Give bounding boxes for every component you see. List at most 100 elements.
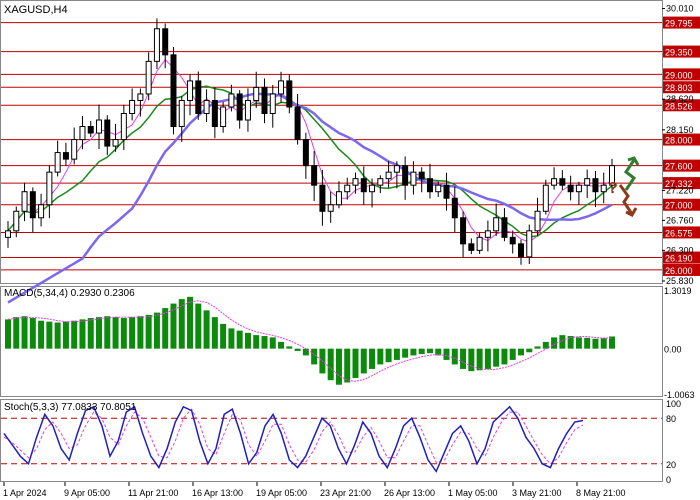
macd-bar (170, 303, 177, 349)
trading-chart: 29.79529.35029.00028.80328.52628.00027.6… (0, 0, 700, 498)
macd-bar (559, 335, 566, 349)
macd-bar (542, 341, 549, 349)
candle-body (286, 80, 293, 108)
candle-body (112, 139, 119, 147)
macd-bar (62, 321, 69, 349)
macd-axis-label: 1.3019 (664, 286, 692, 296)
candle-body (335, 191, 342, 206)
candle-body (311, 165, 318, 186)
macd-bar (418, 348, 425, 355)
candle-body (87, 126, 94, 134)
candle-body (145, 60, 152, 95)
candle-body (476, 236, 483, 251)
macd-bar (71, 320, 78, 349)
macd-bar (327, 348, 334, 381)
x-tick-label: 9 Apr 05:00 (64, 488, 110, 498)
stoch-label: Stoch(5,3,3) 77.0833 70.8051 (4, 402, 137, 413)
macd-bar (112, 317, 119, 349)
macd-bar (269, 337, 276, 349)
candle-body (46, 171, 53, 206)
macd-bar (551, 337, 558, 349)
candle-body (443, 184, 450, 199)
macd-bar (253, 335, 260, 349)
candle-body (418, 171, 425, 180)
macd-bar (476, 348, 483, 371)
candle-body (71, 139, 78, 160)
macd-bar (509, 348, 516, 360)
macd-bar (410, 348, 417, 356)
candle-body (5, 230, 11, 238)
candle-body (592, 178, 599, 193)
macd-bar (294, 348, 301, 351)
macd-bar (228, 328, 235, 349)
macd-bar (575, 337, 582, 349)
x-tick-label: 26 Apr 13:00 (384, 488, 435, 498)
candle-body (129, 99, 136, 114)
macd-bar (526, 348, 533, 353)
macd-bar (261, 336, 268, 349)
macd-bar (96, 317, 103, 349)
macd-bar (162, 308, 169, 349)
candle-body (302, 139, 309, 167)
level-label: 29.795 (665, 19, 693, 29)
macd-bar (21, 316, 28, 349)
candle-body (187, 80, 194, 101)
candle-body (104, 119, 111, 147)
x-tick-label: 23 Apr 21:00 (320, 488, 371, 498)
candle-body (62, 152, 69, 160)
candle-body (327, 204, 334, 212)
macd-bar (377, 348, 384, 365)
macd-bar (402, 348, 409, 358)
price-axis-ticks: 29.79529.35029.00028.80328.52628.00027.6… (662, 4, 700, 286)
macd-bar (187, 296, 194, 349)
candle-body (278, 80, 285, 95)
macd-bar (286, 346, 293, 349)
x-tick-label: 1 May 05:00 (448, 488, 498, 498)
macd-bar (244, 332, 251, 349)
axis-tick-label: 26.300 (666, 245, 694, 255)
macd-label: MACD(5,34,4) 0.2930 0.2306 (4, 288, 135, 299)
stoch-axis-label: 0 (666, 475, 671, 485)
question-mark: ? (608, 180, 618, 197)
candle-body (294, 106, 301, 141)
macd-bar (153, 312, 160, 349)
level-label: 29.350 (665, 48, 693, 58)
candle-body (385, 171, 392, 180)
x-tick-label: 8 May 21:00 (576, 488, 626, 498)
macd-bar (393, 348, 400, 360)
macd-bar (220, 323, 227, 349)
macd-bar (335, 348, 342, 385)
stoch-axis-label: 20 (666, 460, 676, 470)
macd-bar (451, 348, 458, 365)
axis-tick-label: 27.220 (666, 185, 694, 195)
macd-bar (129, 317, 136, 349)
stoch-axis-label: 80 (666, 414, 676, 424)
macd-bar (385, 348, 392, 363)
macd-bar (501, 348, 508, 365)
candle-body (460, 217, 467, 245)
axis-tick-label: 28.620 (666, 94, 694, 104)
candle-body (493, 217, 500, 232)
macd-bar (517, 348, 524, 356)
candle-body (228, 93, 235, 108)
macd-bar (443, 348, 450, 360)
macd-axis-label: 0.00 (664, 345, 682, 355)
level-label: 26.000 (665, 266, 693, 276)
candle-body (393, 165, 400, 173)
macd-bar (352, 348, 359, 378)
candle-body (484, 230, 491, 238)
candle-body (377, 178, 384, 186)
candle-body (542, 184, 549, 212)
candle-body (534, 210, 541, 232)
macd-bar (79, 319, 86, 349)
candle-body (38, 204, 45, 219)
candle-body (137, 93, 144, 101)
macd-bar (584, 337, 591, 349)
x-tick-label: 11 Apr 21:00 (128, 488, 178, 498)
macd-bar (46, 321, 53, 349)
macd-bar (344, 348, 351, 383)
macd-bar (600, 338, 607, 349)
macd-bar (211, 317, 218, 349)
macd-bar (104, 316, 111, 349)
macd-bar (203, 310, 210, 349)
